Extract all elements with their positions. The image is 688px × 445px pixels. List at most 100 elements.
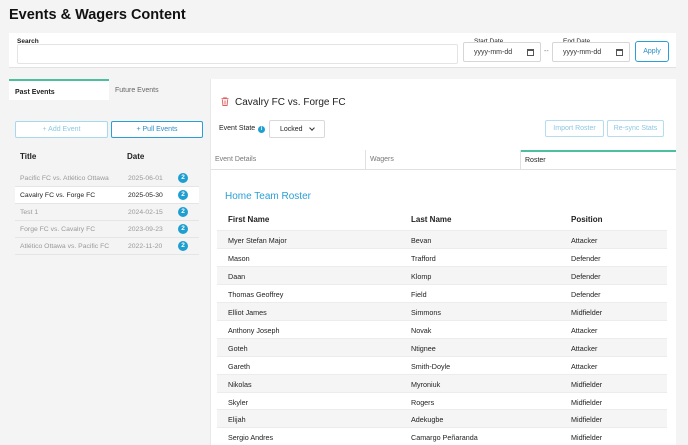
last-name-cell: Myroniuk	[411, 380, 441, 389]
event-row[interactable]: Test 1 2024-02-15 2	[15, 204, 199, 221]
first-name-cell: Skyler	[228, 398, 248, 407]
table-row: Nikolas Myroniuk Midfielder	[217, 374, 667, 392]
position-cell: Defender	[571, 254, 601, 263]
page-title: Events & Wagers Content	[9, 7, 186, 23]
event-date: 2025-05-30	[128, 192, 163, 199]
pull-events-button[interactable]: + Pull Events	[111, 121, 203, 138]
first-name-cell: Daan	[228, 272, 246, 281]
event-state-value: Locked	[280, 126, 303, 133]
position-cell: Midfielder	[571, 415, 603, 424]
last-name-cell: Ntignee	[411, 344, 436, 353]
roster-heading: Home Team Roster	[225, 191, 311, 202]
tab-wagers[interactable]: Wagers	[366, 150, 521, 170]
last-name-cell: Rogers	[411, 398, 435, 407]
first-name-cell: Elijah	[228, 415, 246, 424]
first-name-cell: Goteh	[228, 344, 248, 353]
event-count-badge: 2	[178, 190, 188, 200]
position-cell: Defender	[571, 272, 601, 281]
end-date-input[interactable]: yyyy-mm-dd	[552, 42, 630, 62]
last-name-cell: Novak	[411, 326, 432, 335]
calendar-icon[interactable]	[527, 49, 534, 56]
add-event-button[interactable]: + Add Event	[15, 121, 108, 138]
position-cell: Midfielder	[571, 380, 603, 389]
start-date-input[interactable]: yyyy-mm-dd	[463, 42, 541, 62]
event-count-badge: 2	[178, 224, 188, 234]
last-name-cell: Adekugbe	[411, 415, 444, 424]
first-name-cell: Nikolas	[228, 380, 252, 389]
position-cell: Attacker	[571, 344, 598, 353]
event-date: 2025-06-01	[128, 175, 163, 182]
last-name-cell: Bevan	[411, 236, 432, 245]
table-row: Goteh Ntignee Attacker	[217, 338, 667, 356]
tab-roster[interactable]: Roster	[521, 150, 676, 170]
event-detail-title: Cavalry FC vs. Forge FC	[235, 97, 346, 108]
first-name-cell: Mason	[228, 254, 250, 263]
first-name-cell: Gareth	[228, 362, 250, 371]
last-name-cell: Simmons	[411, 308, 441, 317]
info-icon[interactable]: i	[258, 126, 265, 133]
event-row-selected[interactable]: Cavalry FC vs. Forge FC 2025-05-30 2	[15, 187, 199, 204]
last-name-cell: Klomp	[411, 272, 432, 281]
event-title: Cavalry FC vs. Forge FC	[20, 192, 96, 199]
position-cell: Midfielder	[571, 398, 603, 407]
events-date-header: Date	[127, 152, 145, 161]
last-name-cell: Smith-Doyle	[411, 362, 451, 371]
event-count-badge: 2	[178, 241, 188, 251]
date-separator: --	[544, 48, 549, 55]
roster-first-name-header: First Name	[228, 215, 270, 224]
event-row[interactable]: Pacific FC vs. Atlético Ottawa 2025-06-0…	[15, 170, 199, 187]
table-row: Skyler Rogers Midfielder	[217, 392, 667, 410]
event-title: Pacific FC vs. Atlético Ottawa	[20, 175, 109, 182]
event-title: Atlético Ottawa vs. Pacific FC	[20, 243, 110, 250]
start-date-value: yyyy-mm-dd	[474, 49, 513, 56]
resync-stats-button[interactable]: Re-sync Stats	[607, 120, 664, 137]
event-date: 2023-09-23	[128, 226, 163, 233]
chevron-down-icon	[309, 125, 315, 131]
event-date: 2024-02-15	[128, 209, 163, 216]
tab-past-events[interactable]: Past Events	[9, 79, 109, 100]
first-name-cell: Thomas Geoffrey	[228, 290, 284, 299]
first-name-cell: Anthony Joseph	[228, 326, 280, 335]
last-name-cell: Trafford	[411, 254, 436, 263]
event-title: Test 1	[20, 209, 39, 216]
event-state-select[interactable]: Locked	[269, 120, 325, 138]
table-row: Thomas Geoffrey Field Defender	[217, 284, 667, 302]
event-row[interactable]: Atlético Ottawa vs. Pacific FC 2022-11-2…	[15, 238, 199, 255]
last-name-cell: Field	[411, 290, 427, 299]
position-cell: Attacker	[571, 326, 598, 335]
detail-tabs: Event Details Wagers Roster	[211, 150, 676, 170]
first-name-cell: Elliot James	[228, 308, 267, 317]
trash-icon[interactable]	[221, 97, 229, 106]
table-row: Elliot James Simmons Midfielder	[217, 302, 667, 320]
first-name-cell: Myer Stefan Major	[228, 236, 287, 245]
position-cell: Midfielder	[571, 433, 603, 442]
apply-button[interactable]: Apply	[635, 41, 669, 62]
roster-last-name-header: Last Name	[411, 215, 452, 224]
event-count-badge: 2	[178, 207, 188, 217]
table-row: Gareth Smith-Doyle Attacker	[217, 356, 667, 374]
import-roster-button[interactable]: Import Roster	[545, 120, 604, 137]
tab-future-events[interactable]: Future Events	[109, 79, 208, 100]
end-date-value: yyyy-mm-dd	[563, 49, 602, 56]
event-row[interactable]: Forge FC vs. Cavalry FC 2023-09-23 2	[15, 221, 199, 238]
events-title-header: Title	[20, 152, 37, 161]
tab-event-details[interactable]: Event Details	[211, 150, 366, 170]
table-row: Daan Klomp Defender	[217, 266, 667, 284]
event-title: Forge FC vs. Cavalry FC	[20, 226, 96, 233]
position-cell: Midfielder	[571, 308, 603, 317]
event-state-label: Event State	[219, 125, 256, 132]
position-cell: Defender	[571, 290, 601, 299]
position-cell: Attacker	[571, 362, 598, 371]
search-input[interactable]	[17, 44, 458, 64]
first-name-cell: Sergio Andres	[228, 433, 274, 442]
last-name-cell: Camargo Peñaranda	[411, 433, 478, 442]
position-cell: Attacker	[571, 236, 598, 245]
event-date: 2022-11-20	[128, 243, 163, 250]
events-sidebar	[9, 100, 208, 445]
events-tabs: Past Events Future Events	[9, 79, 208, 100]
calendar-icon[interactable]	[616, 49, 623, 56]
roster-position-header: Position	[571, 215, 603, 224]
table-row: Elijah Adekugbe Midfielder	[217, 409, 667, 427]
table-row: Sergio Andres Camargo Peñaranda Midfield…	[217, 427, 667, 445]
event-count-badge: 2	[178, 173, 188, 183]
